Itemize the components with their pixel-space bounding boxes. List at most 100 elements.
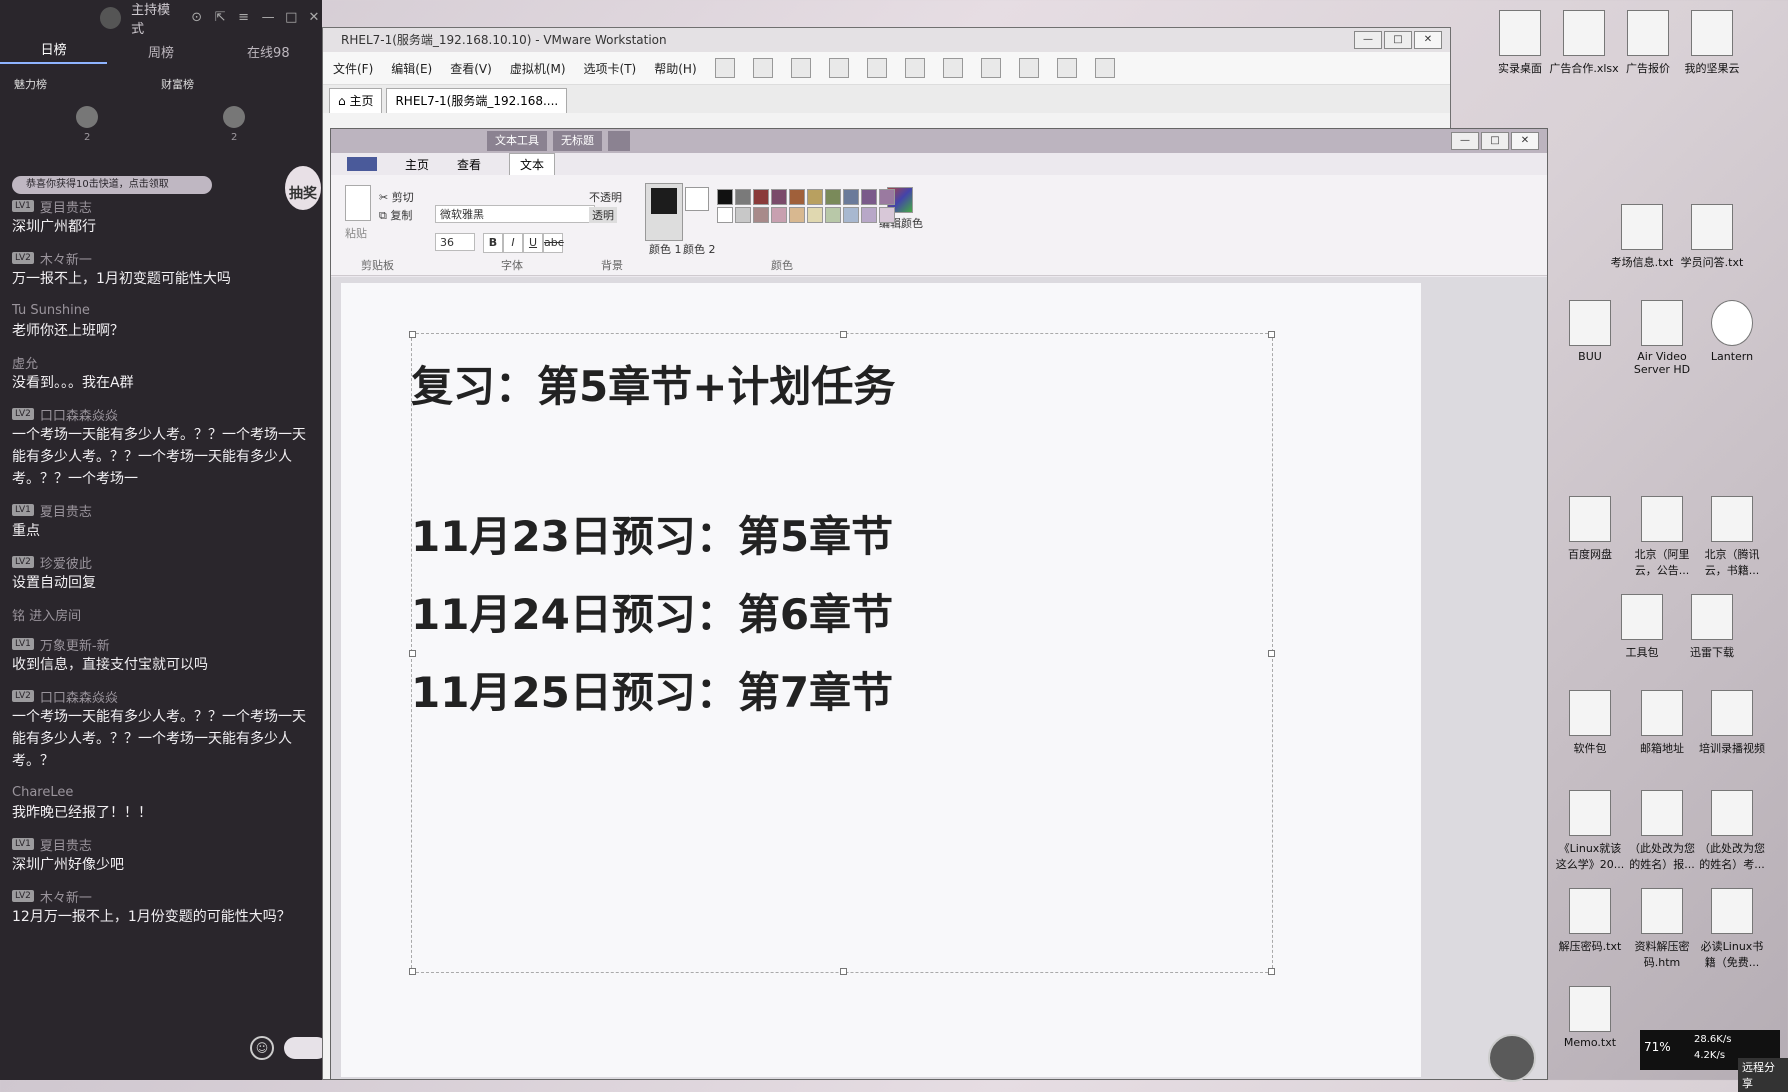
desktop-icon[interactable]: 我的坚果云 (1676, 10, 1748, 76)
tab-weekly[interactable]: 周榜 (107, 42, 214, 61)
palette-swatch[interactable] (879, 207, 895, 223)
tab-vm[interactable]: RHEL7-1(服务端_192.168.... (386, 88, 568, 113)
chat-message-user[interactable]: LV2 口口森森焱焱 (12, 686, 310, 706)
resize-handle-l[interactable] (409, 650, 416, 657)
desktop-icon[interactable]: （此处改为您的姓名）报... (1626, 790, 1698, 872)
menu-edit[interactable]: 编辑(E) (391, 60, 432, 77)
palette-swatch[interactable] (735, 189, 751, 205)
menu-file[interactable]: 文件(F) (333, 60, 373, 77)
desktop-icon[interactable]: 百度网盘 (1554, 496, 1626, 562)
chat-message-user[interactable]: LV1 万象更新-新 (12, 634, 310, 654)
chat-message-user[interactable]: LV1 夏目贵志 (12, 196, 310, 216)
palette-swatch[interactable] (807, 189, 823, 205)
close-icon[interactable]: ✕ (309, 11, 322, 25)
desktop-icon[interactable]: Lantern (1696, 300, 1768, 363)
palette-swatch[interactable] (843, 207, 859, 223)
copy-button[interactable]: ⧉ 复制 (379, 207, 412, 223)
menu-tabs[interactable]: 选项卡(T) (584, 60, 637, 77)
palette-swatch[interactable] (825, 189, 841, 205)
desktop-icon[interactable]: 工具包 (1606, 594, 1678, 660)
unity-icon[interactable] (1018, 58, 1039, 78)
send-ctrl-alt-del-icon[interactable] (752, 58, 773, 78)
palette-swatch[interactable] (771, 207, 787, 223)
paint-minimize-button[interactable]: — (1451, 132, 1479, 150)
resize-handle-br[interactable] (1268, 968, 1275, 975)
charm-top-avatar[interactable] (76, 106, 98, 128)
chat-message-user[interactable]: ChareLee (12, 782, 310, 802)
reward-notice[interactable]: 恭喜你获得10击快道，点击领取 (12, 176, 212, 194)
desktop-icon[interactable]: （此处改为您的姓名）考... (1696, 790, 1768, 872)
desktop-icon[interactable]: 邮箱地址 (1626, 690, 1698, 756)
snapshot-manager-icon[interactable] (866, 58, 887, 78)
resize-handle-r[interactable] (1268, 650, 1275, 657)
palette-swatch[interactable] (753, 207, 769, 223)
opaque-option[interactable]: 不透明 (589, 189, 622, 205)
text-tools-context-tab[interactable]: 文本工具 (487, 131, 547, 151)
paint-close-button[interactable]: ✕ (1511, 132, 1539, 150)
chat-message-user[interactable]: LV1 夏目贵志 (12, 834, 310, 854)
text-box[interactable] (409, 331, 1275, 975)
palette-swatch[interactable] (717, 189, 733, 205)
maximize-icon[interactable]: □ (285, 11, 298, 25)
palette-swatch[interactable] (735, 207, 751, 223)
font-family-select[interactable]: 微软雅黑 (435, 205, 595, 223)
color1-button[interactable] (645, 183, 683, 241)
desktop-icon[interactable]: 实录桌面 (1484, 10, 1556, 76)
popout-icon[interactable]: ⇱ (215, 11, 228, 25)
stretch-icon[interactable] (1094, 58, 1115, 78)
resize-handle-t[interactable] (840, 331, 847, 338)
chat-message-user[interactable]: Tu Sunshine (12, 300, 310, 320)
desktop-icon[interactable]: Air Video Server HD (1626, 300, 1698, 376)
palette-swatch[interactable] (717, 207, 733, 223)
desktop-icon[interactable]: 考场信息.txt (1606, 204, 1678, 270)
desktop-icon[interactable]: 培训录播视频 (1696, 690, 1768, 756)
palette-swatch[interactable] (789, 189, 805, 205)
palette-swatch[interactable] (861, 189, 877, 205)
tab-main[interactable]: 主页 (405, 156, 429, 173)
paint-file-menu[interactable] (347, 157, 377, 171)
emoji-icon[interactable]: ☺ (250, 1036, 274, 1060)
tab-home[interactable]: ⌂ 主页 (329, 88, 383, 113)
chat-message-user[interactable]: LV2 木々新一 (12, 886, 310, 906)
palette-swatch[interactable] (807, 207, 823, 223)
host-avatar[interactable] (100, 7, 122, 29)
paint-maximize-button[interactable]: □ (1481, 132, 1509, 150)
chat-message-user[interactable]: LV2 珍爱彼此 (12, 552, 310, 572)
settings-icon[interactable]: ⊙ (191, 11, 204, 25)
menu-vm[interactable]: 虚拟机(M) (510, 60, 566, 77)
chat-message-user[interactable]: 铭 进入房间 (12, 604, 310, 624)
desktop-icon[interactable]: 解压密码.txt (1554, 888, 1626, 954)
desktop-icon[interactable]: 广告报价 (1612, 10, 1684, 76)
palette-swatch[interactable] (753, 189, 769, 205)
desktop-icon[interactable]: 资料解压密码.htm (1626, 888, 1698, 970)
wealth-top-avatar[interactable] (223, 106, 245, 128)
desktop-icon[interactable]: 必读Linux书籍（免费... (1696, 888, 1768, 970)
menu-view[interactable]: 查看(V) (450, 60, 492, 77)
resize-handle-tr[interactable] (1268, 331, 1275, 338)
palette-swatch[interactable] (825, 207, 841, 223)
chat-message-user[interactable]: 虚允 (12, 352, 310, 372)
underline-button[interactable]: U (523, 233, 543, 253)
pause-icon[interactable] (714, 58, 735, 78)
remote-share-label[interactable]: 远程分享 (1738, 1058, 1788, 1092)
library-icon[interactable] (904, 58, 925, 78)
tab-online[interactable]: 在线98 (215, 42, 322, 61)
tab-daily[interactable]: 日榜 (0, 39, 108, 64)
desktop-icon[interactable]: 北京（阿里云，公告... (1626, 496, 1698, 578)
palette-swatch[interactable] (861, 207, 877, 223)
wealth-rank-header[interactable]: 财富榜 (161, 78, 194, 91)
resize-handle-tl[interactable] (409, 331, 416, 338)
palette-swatch[interactable] (771, 189, 787, 205)
palette-swatch[interactable] (843, 189, 859, 205)
desktop-icon[interactable]: 《Linux就该这么学》20... (1554, 790, 1626, 872)
strikethrough-button[interactable]: abc (543, 233, 564, 253)
snapshot-icon[interactable] (790, 58, 811, 78)
cut-button[interactable]: ✂ 剪切 (379, 189, 414, 205)
desktop-icon[interactable]: 学员问答.txt (1676, 204, 1748, 270)
revert-snapshot-icon[interactable] (828, 58, 849, 78)
font-size-select[interactable]: 36 (435, 233, 475, 251)
charm-rank-header[interactable]: 魅力榜 (14, 78, 47, 91)
vmware-minimize-button[interactable]: — (1354, 31, 1382, 49)
fullscreen-icon[interactable] (980, 58, 1001, 78)
menu-help[interactable]: 帮助(H) (654, 60, 696, 77)
